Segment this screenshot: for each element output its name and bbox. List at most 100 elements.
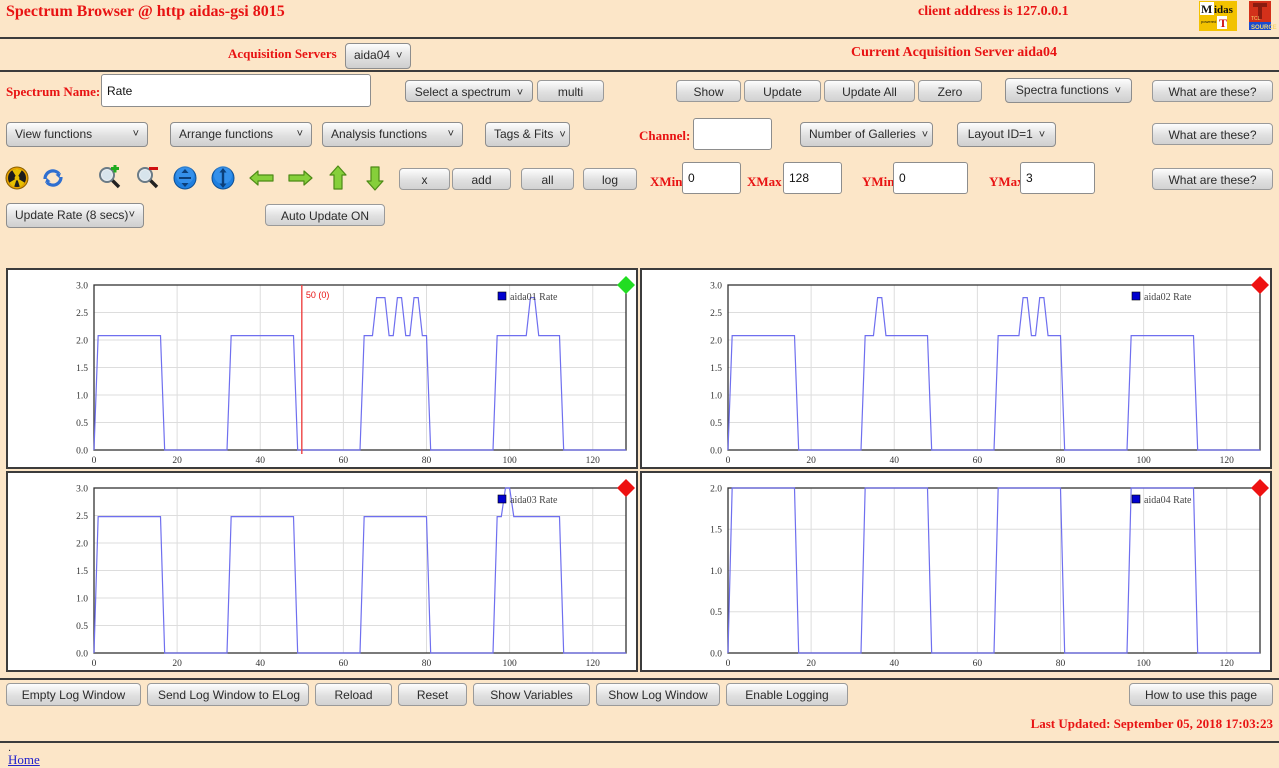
refresh-icon[interactable]: [40, 165, 68, 191]
view-functions-label: View functions: [15, 127, 92, 142]
chart-panel-aida04[interactable]: 0.00.51.01.52.0020406080100120aida04 Rat…: [640, 471, 1272, 672]
svg-text:120: 120: [1220, 659, 1235, 669]
ymax-input[interactable]: [1020, 162, 1095, 194]
svg-text:100: 100: [1137, 456, 1152, 466]
svg-text:40: 40: [256, 659, 266, 669]
send-log-window-to-elog-button[interactable]: Send Log Window to ELog: [147, 683, 309, 706]
arrow-right-icon[interactable]: [286, 165, 314, 191]
svg-text:TCL: TCL: [1251, 16, 1261, 22]
enable-logging-button[interactable]: Enable Logging: [726, 683, 848, 706]
home-link[interactable]: Home: [8, 752, 40, 768]
compress-vertical-icon[interactable]: [172, 165, 200, 191]
xmin-input[interactable]: [682, 162, 741, 194]
arrange-functions-dropdown[interactable]: Arrange functions˅: [170, 122, 312, 147]
chevron-down-icon: ˅: [517, 86, 523, 101]
chevron-down-icon: ˅: [133, 127, 139, 142]
update-rate-dropdown[interactable]: Update Rate (8 secs)˅: [6, 203, 144, 228]
svg-text:60: 60: [339, 659, 349, 669]
chart-panel-aida01[interactable]: 0.00.51.01.52.02.53.002040608010012050 (…: [6, 268, 638, 469]
number-of-galleries-dropdown[interactable]: Number of Galleries ˅: [800, 122, 933, 147]
svg-text:0.0: 0.0: [710, 649, 722, 659]
auto-update-button[interactable]: Auto Update ON: [265, 204, 385, 226]
chevron-down-icon: ˅: [1115, 84, 1121, 99]
spectra-functions-dropdown[interactable]: Spectra functions˅: [1005, 78, 1132, 103]
svg-text:120: 120: [586, 456, 601, 466]
analysis-functions-dropdown[interactable]: Analysis functions˅: [322, 122, 463, 147]
svg-text:1.0: 1.0: [76, 594, 88, 604]
svg-text:0.5: 0.5: [76, 419, 88, 429]
arrow-up-icon[interactable]: [325, 165, 353, 191]
chart-panel-aida02[interactable]: 0.00.51.01.52.02.53.0020406080100120aida…: [640, 268, 1272, 469]
svg-text:0: 0: [726, 456, 731, 466]
what-are-these-button-2[interactable]: What are these?: [1152, 123, 1273, 145]
svg-text:1.5: 1.5: [710, 526, 722, 536]
log-button[interactable]: log: [583, 168, 637, 190]
number-of-galleries-label: Number of Galleries: [809, 127, 916, 141]
svg-text:60: 60: [973, 659, 983, 669]
chevron-down-icon: ˅: [922, 128, 928, 143]
select-spectrum-dropdown[interactable]: Select a spectrum˅: [405, 80, 533, 102]
xmax-input[interactable]: [783, 162, 842, 194]
svg-text:20: 20: [172, 456, 182, 466]
update-all-button[interactable]: Update All: [824, 80, 915, 102]
zoom-out-icon[interactable]: [134, 165, 162, 191]
last-updated-text: Last Updated: September 05, 2018 17:03:2…: [1031, 716, 1273, 732]
radioactive-icon[interactable]: [4, 165, 32, 191]
svg-text:20: 20: [806, 659, 816, 669]
channel-input[interactable]: [693, 118, 772, 150]
acquisition-server-select[interactable]: aida04˅: [345, 43, 411, 69]
functions-row: View functions ˅ Arrange functions˅ Analy…: [0, 117, 1279, 162]
chevron-down-icon: ˅: [297, 127, 303, 142]
svg-text:2.0: 2.0: [76, 539, 88, 549]
svg-text:0: 0: [726, 659, 731, 669]
view-functions-dropdown[interactable]: View functions ˅: [6, 122, 148, 147]
what-are-these-button-1[interactable]: What are these?: [1152, 80, 1273, 102]
zoom-in-icon[interactable]: [96, 165, 124, 191]
svg-text:aida03 Rate: aida03 Rate: [510, 495, 558, 506]
footer-bottom-divider: [0, 741, 1279, 743]
arrow-left-icon[interactable]: [248, 165, 276, 191]
update-rate-row: Update Rate (8 secs)˅ Auto Update ON: [0, 200, 1279, 233]
how-to-use-this-page-button[interactable]: How to use this page: [1129, 683, 1273, 706]
svg-text:aida01 Rate: aida01 Rate: [510, 292, 558, 303]
svg-text:20: 20: [172, 659, 182, 669]
spectrum-name-input[interactable]: [101, 74, 371, 107]
expand-vertical-icon[interactable]: [210, 165, 238, 191]
tags-and-fits-dropdown[interactable]: Tags & Fits˅: [485, 122, 570, 147]
add-button[interactable]: add: [452, 168, 511, 190]
svg-text:120: 120: [1220, 456, 1235, 466]
svg-text:SOURCE: SOURCE: [1251, 25, 1277, 31]
show-variables-button[interactable]: Show Variables: [473, 683, 590, 706]
layout-id-dropdown[interactable]: Layout ID=1˅: [957, 122, 1056, 147]
multi-button[interactable]: multi: [537, 80, 604, 102]
midas-logo-icon: M idas powered by T: [1199, 1, 1237, 31]
empty-log-window-button[interactable]: Empty Log Window: [6, 683, 141, 706]
arrow-down-icon[interactable]: [362, 165, 390, 191]
svg-text:100: 100: [1137, 659, 1152, 669]
client-address-text: client address is 127.0.0.1: [918, 4, 1069, 20]
chevron-down-icon: ˅: [1039, 128, 1045, 143]
page-title: Spectrum Browser @ http aidas-gsi 8015: [6, 3, 285, 21]
svg-text:1.0: 1.0: [710, 391, 722, 401]
svg-text:0.0: 0.0: [76, 446, 88, 456]
svg-text:80: 80: [422, 456, 432, 466]
what-are-these-button-3[interactable]: What are these?: [1152, 168, 1273, 190]
x-button[interactable]: x: [399, 168, 450, 190]
svg-text:2.0: 2.0: [76, 336, 88, 346]
svg-text:M: M: [1201, 2, 1212, 16]
reset-button[interactable]: Reset: [398, 683, 467, 706]
zero-button[interactable]: Zero: [918, 80, 982, 102]
all-button[interactable]: all: [521, 168, 574, 190]
page-footer: Empty Log Window Send Log Window to ELog…: [0, 678, 1279, 710]
ymin-input[interactable]: [893, 162, 968, 194]
show-button[interactable]: Show: [676, 80, 741, 102]
svg-text:60: 60: [973, 456, 983, 466]
svg-text:2.0: 2.0: [710, 484, 722, 494]
svg-text:60: 60: [339, 456, 349, 466]
icon-toolbar-row: x add all log XMin XMax YMin YMax What a…: [0, 162, 1279, 200]
chart-panel-aida03[interactable]: 0.00.51.01.52.02.53.0020406080100120aida…: [6, 471, 638, 672]
show-log-window-button[interactable]: Show Log Window: [596, 683, 720, 706]
ymin-label: YMin: [862, 174, 895, 190]
update-button[interactable]: Update: [744, 80, 821, 102]
reload-button[interactable]: Reload: [315, 683, 392, 706]
